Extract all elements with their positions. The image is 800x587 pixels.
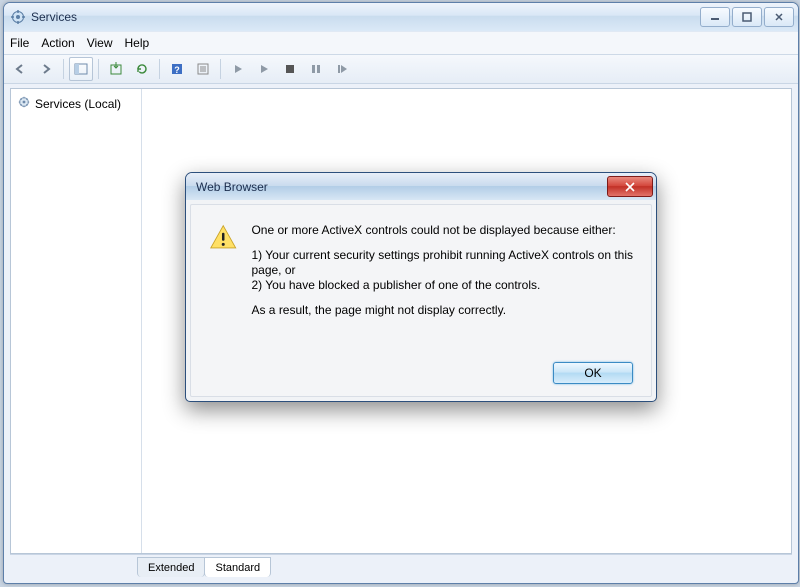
pause-service-button[interactable] [304, 57, 328, 81]
dialog-line3: 2) You have blocked a publisher of one o… [251, 278, 633, 293]
toolbar-separator [220, 59, 221, 79]
titlebar[interactable]: Services [4, 3, 798, 31]
tree-root-label: Services (Local) [35, 97, 121, 111]
menu-view[interactable]: View [87, 36, 113, 50]
menu-action[interactable]: Action [41, 36, 74, 50]
dialog-titlebar[interactable]: Web Browser [186, 173, 656, 200]
maximize-icon [742, 12, 752, 22]
refresh-icon [135, 62, 149, 76]
dialog-line2: 1) Your current security settings prohib… [251, 248, 633, 278]
export-icon [109, 62, 123, 76]
menubar: File Action View Help [4, 31, 798, 55]
toolbar-separator [159, 59, 160, 79]
close-button[interactable] [764, 7, 794, 27]
warning-icon [209, 223, 237, 255]
dialog-line4: As a result, the page might not display … [251, 303, 633, 318]
tab-standard-label: Standard [215, 562, 260, 574]
start-service-button[interactable] [226, 57, 250, 81]
help-button[interactable]: ? [165, 57, 189, 81]
arrow-left-icon [13, 62, 27, 76]
toolbar-separator [98, 59, 99, 79]
tab-extended[interactable]: Extended [137, 557, 205, 577]
dialog-close-button[interactable] [607, 176, 653, 197]
restart-icon [336, 63, 348, 75]
close-icon [774, 12, 784, 22]
play-icon [258, 63, 270, 75]
tab-strip: Extended Standard [10, 554, 792, 577]
pause-icon [310, 63, 322, 75]
start-service-alt-button[interactable] [252, 57, 276, 81]
window-title: Services [31, 10, 700, 24]
ok-button[interactable]: OK [553, 362, 633, 384]
arrow-right-icon [39, 62, 53, 76]
refresh-button[interactable] [130, 57, 154, 81]
window-controls [700, 7, 794, 27]
forward-button[interactable] [34, 57, 58, 81]
help-icon: ? [170, 62, 184, 76]
tree-pane[interactable]: Services (Local) [11, 89, 142, 553]
minimize-button[interactable] [700, 7, 730, 27]
minimize-icon [710, 12, 720, 22]
close-icon [624, 182, 636, 192]
properties-button[interactable] [191, 57, 215, 81]
toolbar: ? [4, 55, 798, 84]
tree-pane-icon [74, 62, 88, 76]
stop-icon [284, 63, 296, 75]
export-list-button[interactable] [104, 57, 128, 81]
maximize-button[interactable] [732, 7, 762, 27]
gear-icon [17, 95, 31, 112]
dialog-text: One or more ActiveX controls could not b… [251, 223, 633, 356]
menu-help[interactable]: Help [125, 36, 150, 50]
tab-standard[interactable]: Standard [204, 557, 271, 577]
tree-root-item[interactable]: Services (Local) [15, 93, 137, 114]
dialog-title: Web Browser [196, 180, 607, 194]
dialog-body: One or more ActiveX controls could not b… [190, 204, 652, 397]
dialog-line1: One or more ActiveX controls could not b… [251, 223, 633, 238]
svg-text:?: ? [174, 65, 180, 75]
web-browser-dialog: Web Browser One or more ActiveX controls… [185, 172, 657, 402]
play-icon [232, 63, 244, 75]
dialog-footer: OK [209, 356, 633, 384]
app-icon [10, 9, 26, 25]
properties-icon [196, 62, 210, 76]
show-hide-tree-button[interactable] [69, 57, 93, 81]
dialog-content: One or more ActiveX controls could not b… [209, 223, 633, 356]
stop-service-button[interactable] [278, 57, 302, 81]
back-button[interactable] [8, 57, 32, 81]
menu-file[interactable]: File [10, 36, 29, 50]
tab-extended-label: Extended [148, 562, 194, 574]
toolbar-separator [63, 59, 64, 79]
restart-service-button[interactable] [330, 57, 354, 81]
